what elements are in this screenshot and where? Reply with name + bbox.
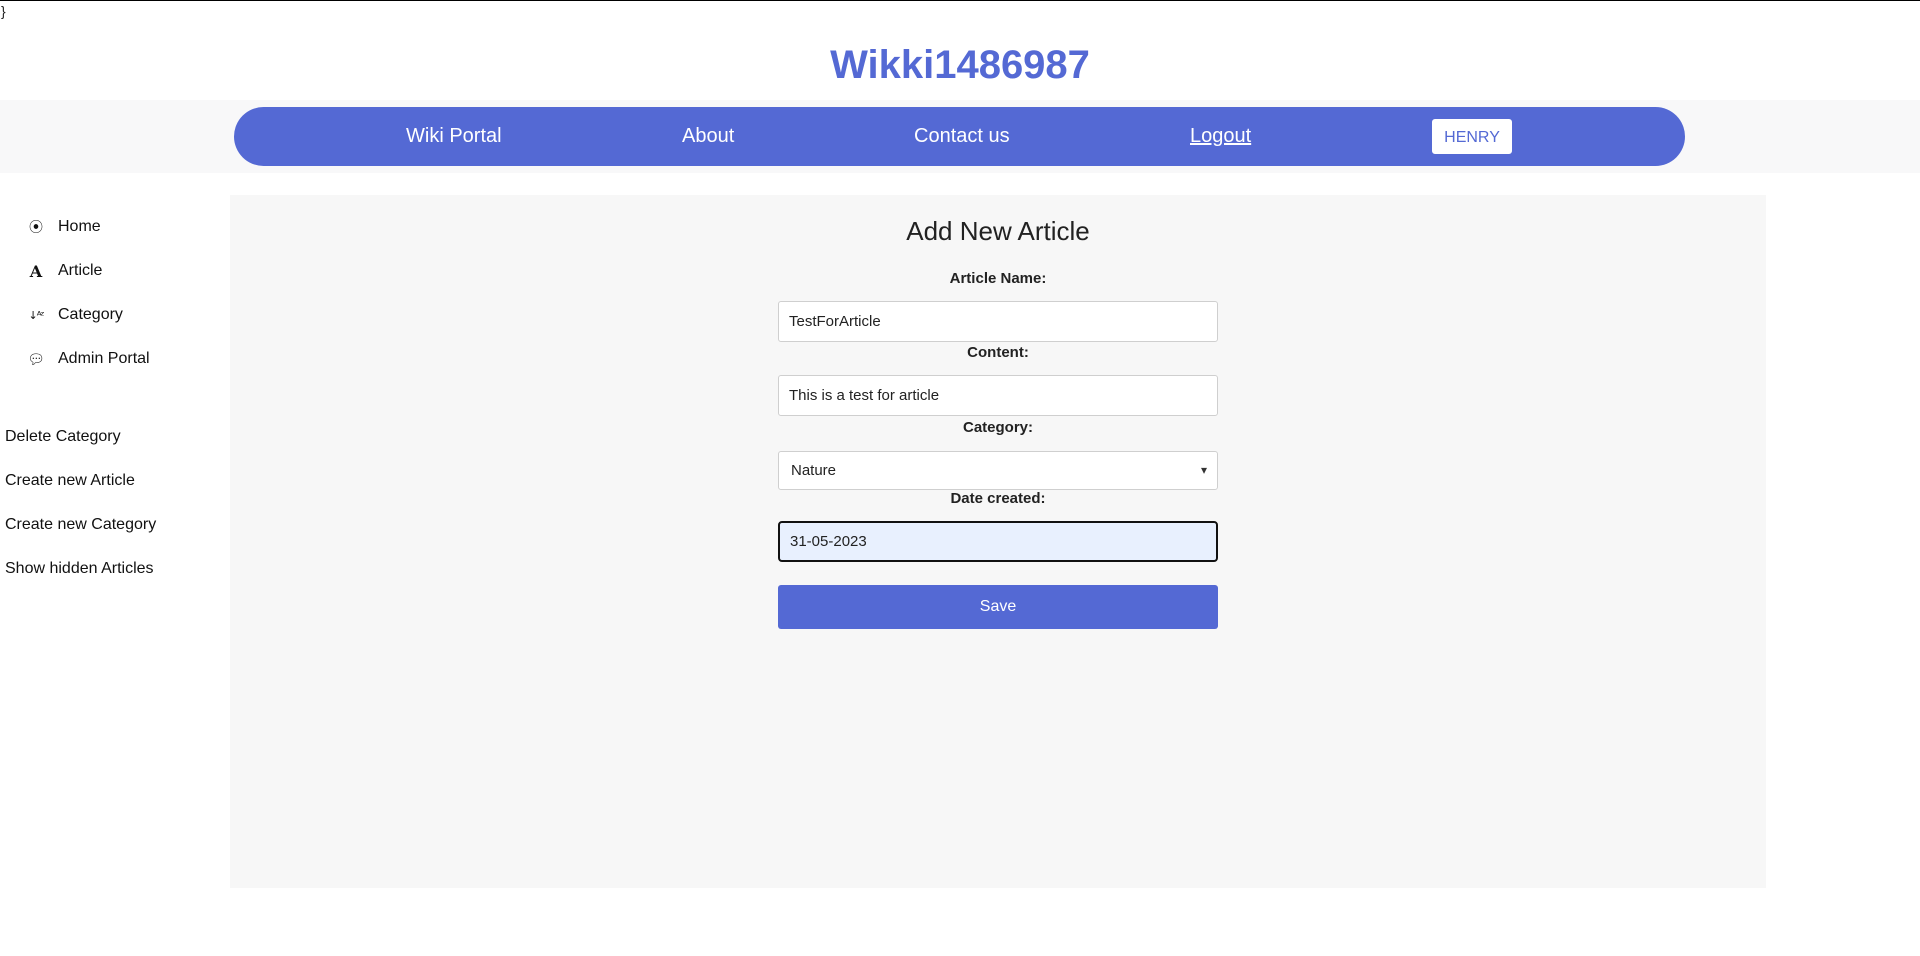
top-navbar: Wiki Portal About Contact us Logout HENR…	[234, 107, 1685, 166]
play-circle-icon: ⦿	[29, 219, 43, 235]
sidebar-item-label: Category	[58, 306, 123, 323]
date-created-label: Date created:	[950, 490, 1046, 507]
top-border	[0, 0, 1920, 1]
sidebar-item-label: Article	[58, 262, 103, 279]
sidebar-item-admin-portal[interactable]: 💬︎ Admin Portal	[26, 347, 150, 371]
category-select-box: Nature ▾	[778, 451, 1218, 490]
category-selected-value: Nature	[791, 462, 837, 479]
article-name-label: Article Name:	[949, 270, 1047, 287]
nav-contact-us[interactable]: Contact us	[914, 107, 1010, 166]
show-hidden-articles-link[interactable]: Show hidden Articles	[5, 560, 154, 578]
chat-bubble-icon: 💬︎	[27, 350, 45, 367]
content-label: Content:	[967, 344, 1029, 361]
sidebar-item-label: Home	[58, 218, 101, 235]
sidebar-item-home[interactable]: ⦿ Home	[26, 215, 101, 239]
content-input[interactable]	[778, 375, 1218, 416]
article-form-panel: Add New Article Article Name: Content: C…	[230, 195, 1766, 888]
sidebar-item-article[interactable]: A Article	[26, 259, 103, 283]
sort-alpha-icon: ↓ᴬᶻ	[28, 308, 45, 322]
nav-wiki-portal[interactable]: Wiki Portal	[406, 107, 502, 166]
delete-category-link[interactable]: Delete Category	[5, 428, 121, 446]
chevron-down-icon: ▾	[1200, 463, 1207, 477]
create-article-link[interactable]: Create new Article	[5, 472, 135, 490]
sidebar-item-category[interactable]: ↓ᴬᶻ Category	[26, 303, 123, 327]
form-title: Add New Article	[906, 216, 1090, 246]
nav-about[interactable]: About	[682, 107, 734, 166]
date-created-input[interactable]	[778, 521, 1218, 562]
create-category-link[interactable]: Create new Category	[5, 516, 156, 534]
user-button[interactable]: HENRY	[1432, 119, 1512, 154]
article-name-input[interactable]	[778, 301, 1218, 342]
site-title: Wikki1486987	[830, 43, 1090, 87]
stray-text: }	[1, 3, 6, 19]
category-label: Category:	[962, 419, 1033, 436]
sidebar-item-label: Admin Portal	[58, 350, 150, 367]
nav-logout[interactable]: Logout	[1190, 107, 1251, 166]
category-select[interactable]: Nature ▾	[778, 451, 1218, 490]
font-letter-icon: A	[29, 261, 43, 281]
save-button[interactable]: Save	[778, 585, 1218, 629]
